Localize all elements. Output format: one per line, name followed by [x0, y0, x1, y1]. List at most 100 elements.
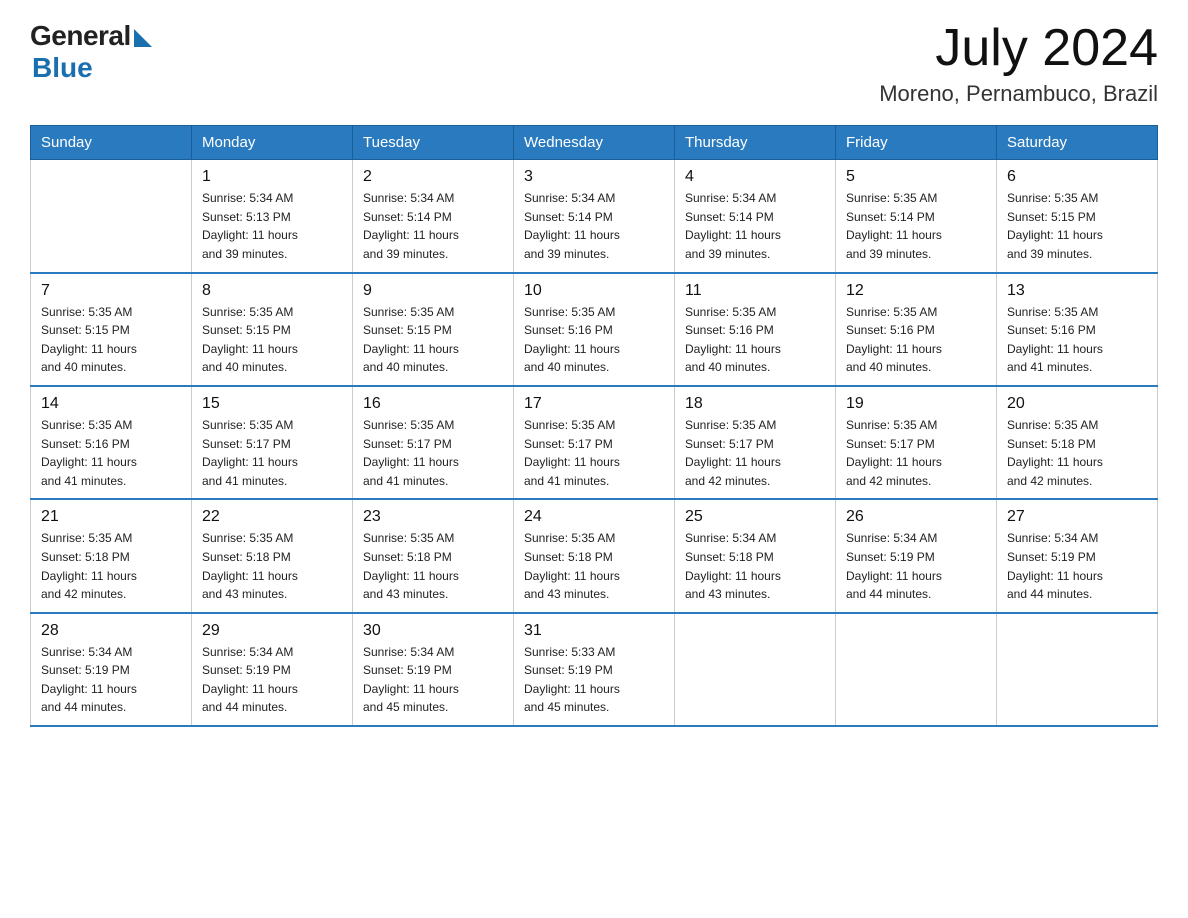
- day-detail: Sunrise: 5:34 AMSunset: 5:19 PMDaylight:…: [1007, 529, 1147, 603]
- calendar-cell: 22 Sunrise: 5:35 AMSunset: 5:18 PMDayligh…: [192, 499, 353, 612]
- calendar-cell: [31, 160, 192, 273]
- day-number: 21: [41, 508, 181, 526]
- day-number: 12: [846, 282, 986, 300]
- day-number: 29: [202, 622, 342, 640]
- day-number: 23: [363, 508, 503, 526]
- day-detail: Sunrise: 5:34 AMSunset: 5:14 PMDaylight:…: [524, 189, 664, 263]
- header-thursday: Thursday: [675, 126, 836, 160]
- day-number: 30: [363, 622, 503, 640]
- week-row-1: 1 Sunrise: 5:34 AMSunset: 5:13 PMDaylight…: [31, 160, 1158, 273]
- day-number: 7: [41, 282, 181, 300]
- calendar-cell: 13 Sunrise: 5:35 AMSunset: 5:16 PMDayligh…: [997, 273, 1158, 386]
- day-detail: Sunrise: 5:34 AMSunset: 5:13 PMDaylight:…: [202, 189, 342, 263]
- day-detail: Sunrise: 5:35 AMSunset: 5:15 PMDaylight:…: [41, 303, 181, 377]
- calendar-cell: 16Sunrise: 5:35 AMSunset: 5:17 PMDayligh…: [353, 386, 514, 499]
- day-number: 19: [846, 395, 986, 413]
- day-detail: Sunrise: 5:34 AMSunset: 5:14 PMDaylight:…: [363, 189, 503, 263]
- title-section: July 2024 Moreno, Pernambuco, Brazil: [879, 20, 1158, 107]
- calendar-cell: 29 Sunrise: 5:34 AMSunset: 5:19 PMDayligh…: [192, 613, 353, 726]
- day-number: 26: [846, 508, 986, 526]
- day-number: 3: [524, 168, 664, 186]
- day-detail: Sunrise: 5:35 AMSunset: 5:18 PMDaylight:…: [202, 529, 342, 603]
- calendar-cell: 25 Sunrise: 5:34 AMSunset: 5:18 PMDayligh…: [675, 499, 836, 612]
- logo-general-text: General: [30, 20, 131, 52]
- calendar-cell: 15 Sunrise: 5:35 AMSunset: 5:17 PMDayligh…: [192, 386, 353, 499]
- calendar-cell: 26 Sunrise: 5:34 AMSunset: 5:19 PMDayligh…: [836, 499, 997, 612]
- calendar-cell: 17Sunrise: 5:35 AMSunset: 5:17 PMDayligh…: [514, 386, 675, 499]
- day-number: 5: [846, 168, 986, 186]
- calendar-cell: 28 Sunrise: 5:34 AMSunset: 5:19 PMDayligh…: [31, 613, 192, 726]
- day-detail: Sunrise: 5:34 AMSunset: 5:18 PMDaylight:…: [685, 529, 825, 603]
- calendar-cell: 14 Sunrise: 5:35 AMSunset: 5:16 PMDayligh…: [31, 386, 192, 499]
- calendar-cell: 3 Sunrise: 5:34 AMSunset: 5:14 PMDaylight…: [514, 160, 675, 273]
- day-detail: Sunrise: 5:33 AMSunset: 5:19 PMDaylight:…: [524, 643, 664, 717]
- day-detail: Sunrise: 5:34 AMSunset: 5:19 PMDaylight:…: [202, 643, 342, 717]
- day-number: 10: [524, 282, 664, 300]
- day-detail: Sunrise: 5:35 AMSunset: 5:18 PMDaylight:…: [363, 529, 503, 603]
- day-number: 11: [685, 282, 825, 300]
- day-detail: Sunrise: 5:35 AMSunset: 5:16 PMDaylight:…: [685, 303, 825, 377]
- day-detail: Sunrise: 5:35 AMSunset: 5:17 PMDaylight:…: [685, 416, 825, 490]
- day-number: 24: [524, 508, 664, 526]
- calendar-cell: 20 Sunrise: 5:35 AMSunset: 5:18 PMDayligh…: [997, 386, 1158, 499]
- calendar-cell: 1 Sunrise: 5:34 AMSunset: 5:13 PMDaylight…: [192, 160, 353, 273]
- day-detail: Sunrise: 5:35 AMSunset: 5:16 PMDaylight:…: [1007, 303, 1147, 377]
- week-row-2: 7 Sunrise: 5:35 AMSunset: 5:15 PMDaylight…: [31, 273, 1158, 386]
- week-row-3: 14 Sunrise: 5:35 AMSunset: 5:16 PMDayligh…: [31, 386, 1158, 499]
- calendar-cell: [997, 613, 1158, 726]
- header-tuesday: Tuesday: [353, 126, 514, 160]
- calendar-cell: 7 Sunrise: 5:35 AMSunset: 5:15 PMDaylight…: [31, 273, 192, 386]
- calendar-cell: 19Sunrise: 5:35 AMSunset: 5:17 PMDayligh…: [836, 386, 997, 499]
- day-number: 25: [685, 508, 825, 526]
- calendar-cell: 9Sunrise: 5:35 AMSunset: 5:15 PMDaylight…: [353, 273, 514, 386]
- day-detail: Sunrise: 5:35 AMSunset: 5:16 PMDaylight:…: [524, 303, 664, 377]
- day-detail: Sunrise: 5:35 AMSunset: 5:17 PMDaylight:…: [202, 416, 342, 490]
- day-detail: Sunrise: 5:35 AMSunset: 5:14 PMDaylight:…: [846, 189, 986, 263]
- calendar-cell: 31Sunrise: 5:33 AMSunset: 5:19 PMDayligh…: [514, 613, 675, 726]
- calendar-cell: 11 Sunrise: 5:35 AMSunset: 5:16 PMDayligh…: [675, 273, 836, 386]
- calendar-cell: 23 Sunrise: 5:35 AMSunset: 5:18 PMDayligh…: [353, 499, 514, 612]
- calendar-cell: 6Sunrise: 5:35 AMSunset: 5:15 PMDaylight…: [997, 160, 1158, 273]
- day-detail: Sunrise: 5:35 AMSunset: 5:18 PMDaylight:…: [524, 529, 664, 603]
- day-number: 2: [363, 168, 503, 186]
- calendar-cell: [836, 613, 997, 726]
- calendar-cell: 18Sunrise: 5:35 AMSunset: 5:17 PMDayligh…: [675, 386, 836, 499]
- day-number: 1: [202, 168, 342, 186]
- calendar-cell: 12Sunrise: 5:35 AMSunset: 5:16 PMDayligh…: [836, 273, 997, 386]
- day-number: 9: [363, 282, 503, 300]
- page-header: General Blue July 2024 Moreno, Pernambuc…: [30, 20, 1158, 107]
- header-monday: Monday: [192, 126, 353, 160]
- week-row-4: 21 Sunrise: 5:35 AMSunset: 5:18 PMDayligh…: [31, 499, 1158, 612]
- calendar-cell: 27Sunrise: 5:34 AMSunset: 5:19 PMDayligh…: [997, 499, 1158, 612]
- day-number: 16: [363, 395, 503, 413]
- day-number: 28: [41, 622, 181, 640]
- day-detail: Sunrise: 5:35 AMSunset: 5:15 PMDaylight:…: [202, 303, 342, 377]
- day-detail: Sunrise: 5:34 AMSunset: 5:19 PMDaylight:…: [363, 643, 503, 717]
- calendar-cell: 21Sunrise: 5:35 AMSunset: 5:18 PMDayligh…: [31, 499, 192, 612]
- day-detail: Sunrise: 5:34 AMSunset: 5:19 PMDaylight:…: [41, 643, 181, 717]
- calendar-cell: 5 Sunrise: 5:35 AMSunset: 5:14 PMDaylight…: [836, 160, 997, 273]
- day-number: 14: [41, 395, 181, 413]
- day-number: 20: [1007, 395, 1147, 413]
- day-detail: Sunrise: 5:34 AMSunset: 5:19 PMDaylight:…: [846, 529, 986, 603]
- logo-triangle-icon: [134, 29, 152, 47]
- day-detail: Sunrise: 5:35 AMSunset: 5:15 PMDaylight:…: [1007, 189, 1147, 263]
- day-number: 4: [685, 168, 825, 186]
- day-detail: Sunrise: 5:35 AMSunset: 5:18 PMDaylight:…: [1007, 416, 1147, 490]
- calendar-cell: 24 Sunrise: 5:35 AMSunset: 5:18 PMDayligh…: [514, 499, 675, 612]
- day-detail: Sunrise: 5:34 AMSunset: 5:14 PMDaylight:…: [685, 189, 825, 263]
- day-detail: Sunrise: 5:35 AMSunset: 5:17 PMDaylight:…: [524, 416, 664, 490]
- calendar-table: SundayMondayTuesdayWednesdayThursdayFrid…: [30, 125, 1158, 727]
- day-number: 8: [202, 282, 342, 300]
- calendar-body: 1 Sunrise: 5:34 AMSunset: 5:13 PMDaylight…: [31, 160, 1158, 726]
- calendar-header: SundayMondayTuesdayWednesdayThursdayFrid…: [31, 126, 1158, 160]
- location-subtitle: Moreno, Pernambuco, Brazil: [879, 81, 1158, 107]
- day-detail: Sunrise: 5:35 AMSunset: 5:16 PMDaylight:…: [41, 416, 181, 490]
- day-number: 22: [202, 508, 342, 526]
- day-number: 15: [202, 395, 342, 413]
- header-saturday: Saturday: [997, 126, 1158, 160]
- calendar-cell: [675, 613, 836, 726]
- logo-blue-text: Blue: [32, 52, 93, 84]
- day-number: 13: [1007, 282, 1147, 300]
- month-year-title: July 2024: [879, 20, 1158, 77]
